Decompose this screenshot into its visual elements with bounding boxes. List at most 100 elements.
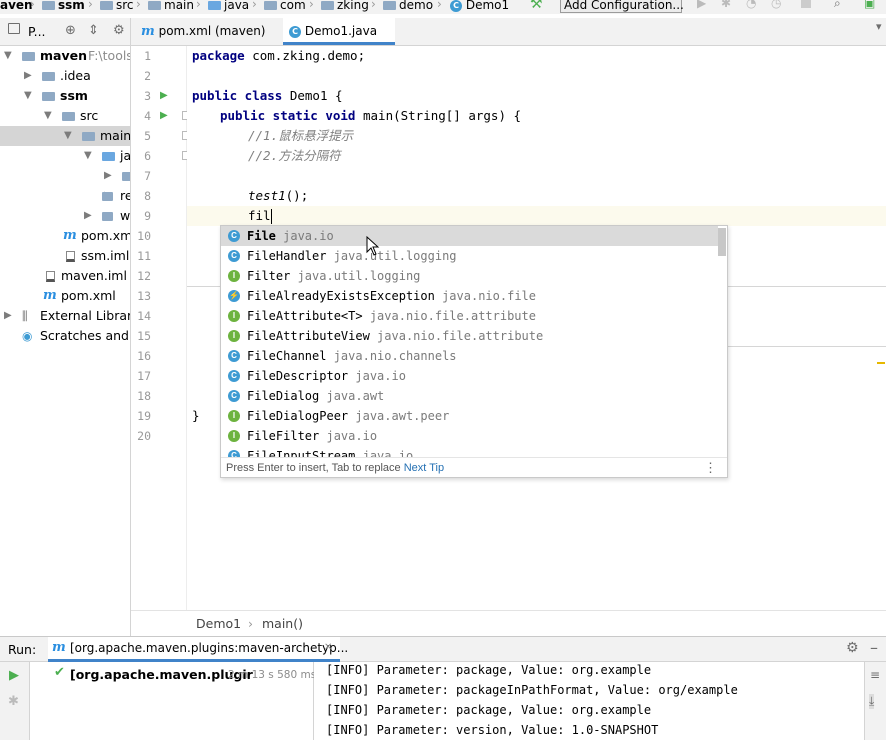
completion-item[interactable]: C FileHandler java.util.logging <box>221 246 718 266</box>
crumb-project[interactable]: aven <box>0 0 33 13</box>
line-number: 7 <box>144 169 151 183</box>
maven-icon: m <box>52 640 66 655</box>
next-tip-link[interactable]: Next Tip <box>404 462 444 474</box>
breadcrumb-class[interactable]: Demo1 <box>196 611 241 637</box>
add-configuration-button[interactable]: Add Configuration... <box>560 0 684 13</box>
completion-item[interactable]: I Filter java.util.logging <box>221 266 718 286</box>
tree-node-src[interactable]: ▼ src <box>0 106 130 126</box>
debug-icon[interactable]: ✱ <box>721 0 731 10</box>
interface-icon: I <box>228 330 240 342</box>
coverage-icon[interactable]: ◔ <box>746 0 756 10</box>
completion-item[interactable]: ⚡ FileAlreadyExistsException java.nio.fil… <box>221 286 718 306</box>
crumb-com[interactable]: com <box>264 0 306 13</box>
tree-node-maven[interactable]: ▼ maven F:\tools <box>0 46 130 66</box>
crumb-zking[interactable]: zking <box>321 0 369 13</box>
stop-icon[interactable] <box>801 0 811 8</box>
collapse-all-icon[interactable]: ⇕ <box>88 24 99 38</box>
presentation-icon[interactable]: ▣ <box>864 0 875 10</box>
minimize-icon[interactable]: – <box>870 638 878 657</box>
tree-node-package[interactable]: ▶ <box>0 166 130 186</box>
completion-item[interactable]: C FileInputStream java.io <box>221 446 718 457</box>
breadcrumb-method[interactable]: main() <box>262 611 303 637</box>
tree-node-ssm-iml[interactable]: ssm.iml <box>0 246 130 266</box>
tree-node-external-libraries[interactable]: ▶ ⫼ External Librarie <box>0 306 130 326</box>
line-number: 3 <box>144 89 151 103</box>
completion-item[interactable]: I FileFilter java.io <box>221 426 718 446</box>
tree-node-idea[interactable]: ▶ .idea <box>0 66 130 86</box>
project-panel-title[interactable]: P... <box>28 24 46 39</box>
gear-icon[interactable]: ⚙ <box>846 640 859 656</box>
crumb-ssm[interactable]: ssm <box>42 0 85 13</box>
tab-list-icon[interactable]: ▾ <box>876 20 882 33</box>
line-number: 12 <box>137 269 151 283</box>
class-icon: C <box>228 370 240 382</box>
rerun-icon[interactable]: ▶ <box>9 668 19 683</box>
crumb-java[interactable]: java <box>208 0 249 13</box>
tree-node-ssm[interactable]: ▼ ssm <box>0 86 130 106</box>
chevron-right-icon[interactable]: ▶ <box>84 206 92 226</box>
crumb-src[interactable]: src <box>100 0 134 13</box>
completion-item[interactable]: C File java.io <box>221 226 718 246</box>
chevron-down-icon[interactable]: ▼ <box>24 86 32 106</box>
line-number: 8 <box>144 189 151 203</box>
run-icon[interactable]: ▶ <box>697 0 706 10</box>
popup-scrollbar[interactable] <box>718 228 726 256</box>
chevron-down-icon[interactable]: ▼ <box>64 126 72 146</box>
tree-node-java[interactable]: ▼ ja <box>0 146 130 166</box>
class-icon: C <box>450 0 462 12</box>
tree-node-maven-iml[interactable]: maven.iml <box>0 266 130 286</box>
crumb-class[interactable]: C Demo1 <box>450 0 509 13</box>
crumb-main[interactable]: main <box>148 0 194 13</box>
locate-icon[interactable]: ⊕ <box>65 24 76 38</box>
completion-item[interactable]: C FileDescriptor java.io <box>221 366 718 386</box>
profile-icon[interactable]: ◷ <box>771 0 781 10</box>
tree-node-maven-pom[interactable]: m pom.xml <box>0 286 130 306</box>
run-tab[interactable]: m [org.apache.maven.plugins:maven-archet… <box>48 637 348 662</box>
run-main-icon[interactable]: ▶ <box>160 110 168 121</box>
class-icon: C <box>289 25 301 38</box>
chevron-right-icon[interactable]: ▶ <box>4 306 12 326</box>
tab-pom-xml[interactable]: m pom.xml (maven) ✕ <box>135 18 283 65</box>
chevron-right-icon: › <box>136 0 141 11</box>
completion-item[interactable]: I FileDialogPeer java.awt.peer <box>221 406 718 426</box>
chevron-down-icon[interactable]: ▼ <box>4 46 12 66</box>
console-line: [INFO] Parameter: packageInPathFormat, V… <box>326 683 738 697</box>
line-number: 20 <box>137 429 151 443</box>
tree-node-ssm-pom[interactable]: m pom.xml <box>0 226 130 246</box>
library-icon: ⫼ <box>22 309 28 323</box>
chevron-right-icon[interactable]: ▶ <box>104 166 112 186</box>
scroll-to-end-icon[interactable]: ⤓ <box>869 694 875 709</box>
completion-item[interactable]: I FileAttribute<T> java.nio.file.attribut… <box>221 306 718 326</box>
console-output[interactable]: [INFO] Parameter: package, Value: org.ex… <box>314 662 864 740</box>
completion-item[interactable]: C FileDialog java.awt <box>221 386 718 406</box>
run-tree-item[interactable]: ✔ [org.apache.maven.plugir 2 m 13 s 580 … <box>30 664 316 684</box>
soft-wrap-icon[interactable]: ≡ <box>870 668 880 682</box>
gear-icon[interactable]: ⚙ <box>113 24 125 38</box>
chevron-right-icon[interactable]: ▶ <box>24 66 32 86</box>
code-line-1: package com.zking.demo; <box>192 48 366 63</box>
code-line-3: public class Demo1 { <box>192 88 343 103</box>
crumb-demo[interactable]: demo <box>383 0 433 13</box>
debug-rerun-icon[interactable]: ✱ <box>8 694 19 709</box>
tree-node-main[interactable]: ▼ main <box>0 126 130 146</box>
build-hammer-icon[interactable]: ⚒ <box>530 0 543 12</box>
project-view-icon[interactable] <box>8 23 20 34</box>
chevron-down-icon[interactable]: ▼ <box>84 146 92 166</box>
more-options-icon[interactable]: ⋮ <box>704 458 717 477</box>
method-separator <box>187 286 222 287</box>
completion-item[interactable]: C FileChannel java.nio.channels <box>221 346 718 366</box>
tree-node-webapp[interactable]: ▶ w <box>0 206 130 226</box>
interface-icon: I <box>228 310 240 322</box>
tree-node-scratches[interactable]: ◉ Scratches and C <box>0 326 130 346</box>
tree-node-resources[interactable]: ▶ re <box>0 186 130 206</box>
line-number: 17 <box>137 369 151 383</box>
tab-demo1-java[interactable]: C Demo1.java ✕ <box>283 18 395 64</box>
chevron-right-icon: › <box>437 0 442 11</box>
chevron-down-icon[interactable]: ▼ <box>44 106 52 126</box>
close-icon[interactable]: ✕ <box>324 642 332 653</box>
line-number: 11 <box>137 249 151 263</box>
run-class-icon[interactable]: ▶ <box>160 90 168 101</box>
completion-item[interactable]: I FileAttributeView java.nio.file.attribu… <box>221 326 718 346</box>
search-everywhere-icon[interactable]: ⌕ <box>834 0 841 11</box>
warning-marker[interactable] <box>877 362 885 364</box>
